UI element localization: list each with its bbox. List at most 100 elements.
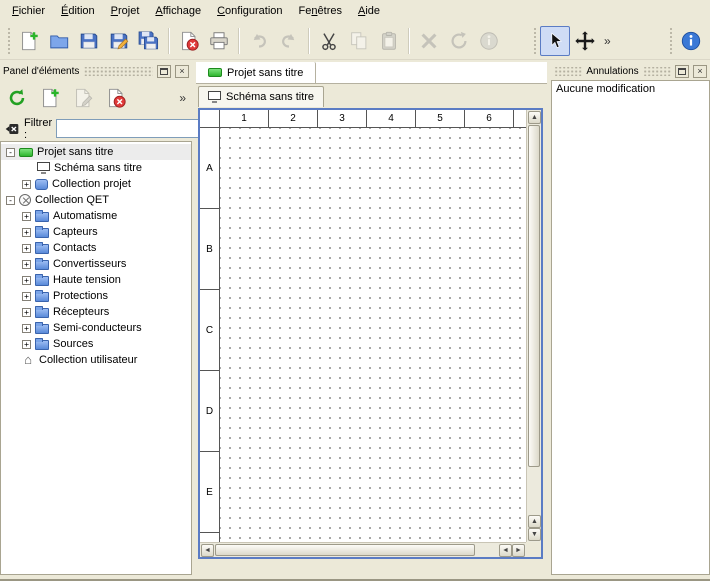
reload-collections-button[interactable] [2, 83, 32, 113]
tree-item-convertisseurs[interactable]: + Convertisseurs [1, 256, 191, 272]
filter-clear-icon [4, 121, 20, 137]
float-dock-button[interactable] [675, 65, 689, 78]
elements-tree[interactable]: - Projet sans titre Schéma sans titre + … [0, 141, 192, 575]
dock-handle-texture [554, 67, 582, 76]
menu-configuration[interactable]: Configuration [209, 2, 290, 20]
vertical-scroll-thumb[interactable] [528, 125, 540, 467]
delete-button[interactable] [414, 26, 444, 56]
menu-fichier[interactable]: Fichier [4, 2, 53, 20]
tree-item-collection-utilisateur[interactable]: ⌂ Collection utilisateur [1, 352, 191, 368]
expand-icon[interactable]: + [22, 308, 31, 317]
filter-input[interactable] [56, 119, 204, 138]
schema-canvas[interactable] [220, 128, 526, 542]
tree-item-contacts[interactable]: + Contacts [1, 240, 191, 256]
tree-item-label: Protections [53, 290, 108, 302]
toolbar-separator [408, 28, 410, 54]
scroll-up-button-bottom[interactable]: ▲ [528, 515, 541, 528]
new-element-button[interactable] [35, 83, 65, 113]
expand-icon[interactable]: + [22, 244, 31, 253]
menu-bar: Fichier Édition Projet Affichage Configu… [0, 0, 710, 22]
tree-item-label: Collection utilisateur [39, 354, 137, 366]
collapse-icon[interactable]: - [6, 148, 15, 157]
expand-icon[interactable]: + [22, 228, 31, 237]
menu-affichage[interactable]: Affichage [147, 2, 209, 20]
menu-edition[interactable]: Édition [53, 2, 103, 20]
expand-icon[interactable]: + [22, 212, 31, 221]
vertical-scroll-track[interactable] [528, 124, 540, 515]
tree-item-collection-projet[interactable]: + Collection projet [1, 176, 191, 192]
horizontal-scroll-thumb[interactable] [215, 544, 475, 556]
menu-fenetres[interactable]: Fenêtres [291, 2, 350, 20]
save-button[interactable] [74, 26, 104, 56]
edit-element-button[interactable] [68, 83, 98, 113]
tree-item-sources[interactable]: + Sources [1, 336, 191, 352]
elements-panel-titlebar[interactable]: Panel d'éléments × [0, 62, 192, 80]
filter-label: Filtrer : [24, 117, 52, 141]
close-file-button[interactable] [174, 26, 204, 56]
scroll-right-button[interactable]: ► [512, 544, 525, 557]
tree-item-collection-qet[interactable]: - Collection QET [1, 192, 191, 208]
menu-projet[interactable]: Projet [103, 2, 148, 20]
save-all-button[interactable] [134, 26, 164, 56]
tab-schema[interactable]: Schéma sans titre [198, 86, 324, 107]
tab-project[interactable]: Projet sans titre [196, 62, 316, 83]
elements-panel-title: Panel d'éléments [3, 66, 79, 77]
reload-collections-icon [6, 87, 28, 109]
tree-item-semi-conducteurs[interactable]: + Semi-conducteurs [1, 320, 191, 336]
tree-item-recepteurs[interactable]: + Récepteurs [1, 304, 191, 320]
expand-icon[interactable]: + [22, 260, 31, 269]
horizontal-scroll-track[interactable] [214, 544, 499, 556]
element-info-button[interactable] [474, 26, 504, 56]
panel-toolbar-overflow-button[interactable]: » [175, 91, 190, 105]
save-as-button[interactable] [104, 26, 134, 56]
toolbar-handle[interactable] [668, 28, 674, 54]
move-tool-button[interactable] [570, 26, 600, 56]
expand-icon[interactable]: + [22, 292, 31, 301]
close-dock-button[interactable]: × [175, 65, 189, 78]
collapse-icon[interactable]: - [6, 196, 15, 205]
open-file-button[interactable] [44, 26, 74, 56]
tree-item-automatisme[interactable]: + Automatisme [1, 208, 191, 224]
tree-item-haute-tension[interactable]: + Haute tension [1, 272, 191, 288]
folder-icon [35, 292, 49, 302]
undo-button[interactable] [244, 26, 274, 56]
tree-item-protections[interactable]: + Protections [1, 288, 191, 304]
new-file-button[interactable] [14, 26, 44, 56]
expand-icon[interactable]: + [22, 180, 31, 189]
delete-element-button[interactable] [101, 83, 131, 113]
scroll-up-button[interactable]: ▲ [528, 111, 541, 124]
print-button[interactable] [204, 26, 234, 56]
project-tab-bar: Projet sans titre [196, 62, 547, 84]
menu-aide[interactable]: Aide [350, 2, 388, 20]
toolbar-handle[interactable] [6, 28, 12, 54]
expand-icon[interactable]: + [22, 340, 31, 349]
select-tool-button[interactable] [540, 26, 570, 56]
toolbar-overflow-button[interactable]: » [600, 34, 615, 48]
vertical-scrollbar[interactable]: ▲ ▲ ▼ [526, 110, 541, 542]
tree-item-capteurs[interactable]: + Capteurs [1, 224, 191, 240]
elements-panel-toolbar: » [0, 80, 192, 116]
float-dock-button[interactable] [157, 65, 171, 78]
redo-button[interactable] [274, 26, 304, 56]
horizontal-scrollbar[interactable]: ◄ ◄ ► [200, 542, 526, 557]
paste-button[interactable] [374, 26, 404, 56]
tree-item-project[interactable]: - Projet sans titre [1, 144, 191, 160]
scroll-left-button-right[interactable]: ◄ [499, 544, 512, 557]
about-qet-button[interactable] [676, 26, 706, 56]
rotate-button[interactable] [444, 26, 474, 56]
clear-filter-button[interactable] [4, 120, 20, 138]
tree-item-schema[interactable]: Schéma sans titre [1, 160, 191, 176]
tree-item-label: Collection projet [52, 178, 131, 190]
cut-button[interactable] [314, 26, 344, 56]
toolbar-handle[interactable] [532, 28, 538, 54]
scroll-down-button[interactable]: ▼ [528, 528, 541, 541]
undo-history-list[interactable]: Aucune modification [551, 80, 710, 575]
undo-panel-titlebar[interactable]: Annulations × [551, 62, 710, 80]
column-ruler: 1 2 3 4 5 6 [220, 110, 526, 128]
close-dock-button[interactable]: × [693, 65, 707, 78]
expand-icon[interactable]: + [22, 324, 31, 333]
expand-icon[interactable]: + [22, 276, 31, 285]
undo-panel-title: Annulations [586, 66, 638, 77]
scroll-left-button[interactable]: ◄ [201, 544, 214, 557]
copy-button[interactable] [344, 26, 374, 56]
